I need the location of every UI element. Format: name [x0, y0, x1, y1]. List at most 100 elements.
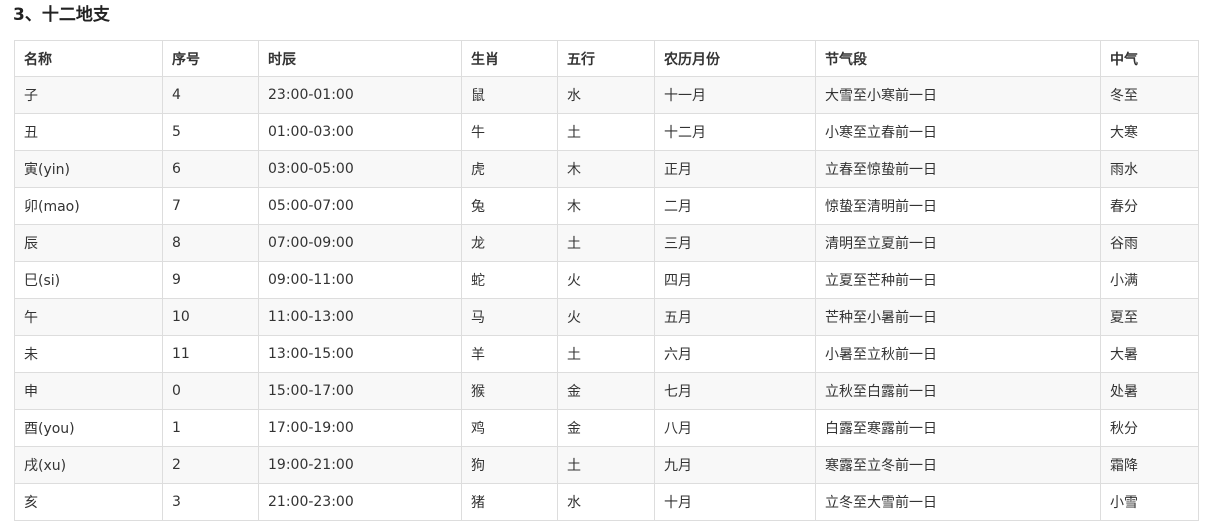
cell-name: 辰 — [14, 224, 163, 262]
table-row: 子 4 23:00-01:00 鼠水十一月 大雪至小寒前一日 冬至 — [14, 76, 1199, 114]
header-major-term: 中气 — [1100, 40, 1199, 77]
cell-name: 午 — [14, 298, 163, 336]
cell-name: 丑 — [14, 113, 163, 151]
table-row: 酉(you) 1 17:00-19:00 鸡金八月 白露至寒露前一日 秋分 — [14, 409, 1199, 447]
cell-major-term: 春分 — [1100, 187, 1199, 225]
cell-time: 15:00-17:00 — [258, 372, 462, 410]
cell-solar-term-period: 清明至立夏前一日 — [815, 224, 1101, 262]
header-element: 五行 — [557, 40, 655, 77]
cell-solar-term-period: 小寒至立春前一日 — [815, 113, 1101, 151]
cell-zodiac: 猴 — [461, 372, 558, 410]
cell-time: 21:00-23:00 — [258, 483, 462, 521]
cell-major-term: 处暑 — [1100, 372, 1199, 410]
cell-lunar-month: 八月 — [654, 409, 816, 447]
table-header: 名称 序号 时辰 生肖 五行 农历月份 节气段 中气 — [14, 40, 1199, 77]
cell-element: 金 — [557, 409, 655, 447]
cell-zodiac: 鸡 — [461, 409, 558, 447]
cell-solar-term-period: 立春至惊蛰前一日 — [815, 150, 1101, 188]
cell-time: 01:00-03:00 — [258, 113, 462, 151]
cell-lunar-month: 正月 — [654, 150, 816, 188]
cell-name: 巳(si) — [14, 261, 163, 299]
earthly-branches-table: 名称 序号 时辰 生肖 五行 农历月份 节气段 中气 子 4 23:00-01:00… — [14, 40, 1199, 521]
cell-index: 6 — [162, 150, 259, 188]
cell-zodiac: 牛 — [461, 113, 558, 151]
cell-element: 木 — [557, 150, 655, 188]
cell-element: 土 — [557, 113, 655, 151]
cell-element: 金 — [557, 372, 655, 410]
cell-index: 8 — [162, 224, 259, 262]
header-row: 名称 序号 时辰 生肖 五行 农历月份 节气段 中气 — [14, 40, 1199, 77]
cell-element: 水 — [557, 76, 655, 114]
cell-major-term: 霜降 — [1100, 446, 1199, 484]
cell-element: 水 — [557, 483, 655, 521]
header-zodiac: 生肖 — [461, 40, 558, 77]
cell-lunar-month: 五月 — [654, 298, 816, 336]
cell-time: 19:00-21:00 — [258, 446, 462, 484]
header-solar-term-period: 节气段 — [815, 40, 1101, 77]
cell-name: 戌(xu) — [14, 446, 163, 484]
cell-zodiac: 兔 — [461, 187, 558, 225]
cell-name: 子 — [14, 76, 163, 114]
cell-time: 07:00-09:00 — [258, 224, 462, 262]
cell-solar-term-period: 芒种至小暑前一日 — [815, 298, 1101, 336]
header-time: 时辰 — [258, 40, 462, 77]
cell-major-term: 冬至 — [1100, 76, 1199, 114]
table-row: 寅(yin) 6 03:00-05:00 虎木正月 立春至惊蛰前一日 雨水 — [14, 150, 1199, 188]
table-row: 巳(si) 9 09:00-11:00 蛇火四月 立夏至芒种前一日 小满 — [14, 261, 1199, 299]
cell-major-term: 大寒 — [1100, 113, 1199, 151]
header-name: 名称 — [14, 40, 163, 77]
cell-index: 7 — [162, 187, 259, 225]
cell-zodiac: 羊 — [461, 335, 558, 373]
cell-element: 火 — [557, 298, 655, 336]
cell-element: 土 — [557, 446, 655, 484]
cell-lunar-month: 六月 — [654, 335, 816, 373]
cell-major-term: 大暑 — [1100, 335, 1199, 373]
section-title: 3、十二地支 — [13, 5, 110, 25]
cell-time: 11:00-13:00 — [258, 298, 462, 336]
cell-zodiac: 猪 — [461, 483, 558, 521]
cell-zodiac: 马 — [461, 298, 558, 336]
cell-lunar-month: 二月 — [654, 187, 816, 225]
cell-zodiac: 狗 — [461, 446, 558, 484]
cell-zodiac: 蛇 — [461, 261, 558, 299]
cell-lunar-month: 十月 — [654, 483, 816, 521]
cell-zodiac: 虎 — [461, 150, 558, 188]
cell-time: 09:00-11:00 — [258, 261, 462, 299]
cell-solar-term-period: 小暑至立秋前一日 — [815, 335, 1101, 373]
cell-solar-term-period: 大雪至小寒前一日 — [815, 76, 1101, 114]
cell-major-term: 秋分 — [1100, 409, 1199, 447]
cell-lunar-month: 三月 — [654, 224, 816, 262]
cell-solar-term-period: 白露至寒露前一日 — [815, 409, 1101, 447]
table-row: 丑 5 01:00-03:00 牛土十二月 小寒至立春前一日 大寒 — [14, 113, 1199, 151]
cell-index: 4 — [162, 76, 259, 114]
cell-index: 1 — [162, 409, 259, 447]
cell-name: 申 — [14, 372, 163, 410]
table-row: 亥 3 21:00-23:00 猪水十月 立冬至大雪前一日 小雪 — [14, 483, 1199, 521]
table-row: 卯(mao) 7 05:00-07:00 兔木二月 惊蛰至清明前一日 春分 — [14, 187, 1199, 225]
cell-solar-term-period: 惊蛰至清明前一日 — [815, 187, 1101, 225]
cell-element: 土 — [557, 335, 655, 373]
cell-index: 0 — [162, 372, 259, 410]
table-row: 申 0 15:00-17:00 猴金七月 立秋至白露前一日 处暑 — [14, 372, 1199, 410]
cell-index: 5 — [162, 113, 259, 151]
cell-major-term: 夏至 — [1100, 298, 1199, 336]
cell-index: 3 — [162, 483, 259, 521]
cell-name: 寅(yin) — [14, 150, 163, 188]
cell-solar-term-period: 立秋至白露前一日 — [815, 372, 1101, 410]
table-body: 子 4 23:00-01:00 鼠水十一月 大雪至小寒前一日 冬至丑 5 01:00-03:0… — [14, 76, 1199, 521]
cell-major-term: 谷雨 — [1100, 224, 1199, 262]
cell-index: 11 — [162, 335, 259, 373]
cell-element: 木 — [557, 187, 655, 225]
header-index: 序号 — [162, 40, 259, 77]
cell-index: 2 — [162, 446, 259, 484]
cell-major-term: 雨水 — [1100, 150, 1199, 188]
cell-zodiac: 龙 — [461, 224, 558, 262]
cell-major-term: 小满 — [1100, 261, 1199, 299]
cell-lunar-month: 七月 — [654, 372, 816, 410]
cell-lunar-month: 十一月 — [654, 76, 816, 114]
cell-major-term: 小雪 — [1100, 483, 1199, 521]
cell-time: 17:00-19:00 — [258, 409, 462, 447]
cell-name: 未 — [14, 335, 163, 373]
table-row: 戌(xu) 2 19:00-21:00 狗土九月 寒露至立冬前一日 霜降 — [14, 446, 1199, 484]
cell-name: 酉(you) — [14, 409, 163, 447]
